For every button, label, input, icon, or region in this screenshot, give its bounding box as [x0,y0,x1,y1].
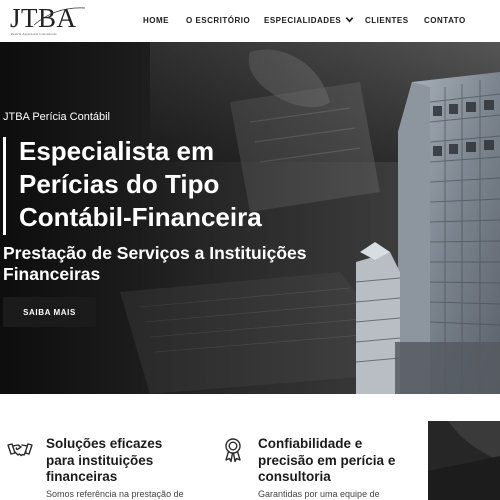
nav-contato[interactable]: CONTATO [424,15,466,27]
hero-subtitle: Prestação de Serviços a Instituições Fin… [3,243,333,285]
hero-eyebrow: JTBA Perícia Contábil [3,111,110,123]
hero-title: Especialista em Perícias do Tipo Contábi… [19,135,319,234]
feature-title-line: financeiras [46,469,118,484]
hero-subtitle-line: Financeiras [3,264,101,284]
feature-title-line: para instituições [46,452,154,468]
feature-text: Garantidas por uma equipe de [258,489,380,499]
saiba-mais-button[interactable]: SAIBA MAIS [3,297,96,327]
feature-title: Confiabilidade e precisão em perícia e c… [258,436,395,486]
nav-especialidades[interactable]: ESPECIALIDADES [264,15,354,27]
site-header: JTBA Perícia Assessoria Consultoria HOME… [0,0,500,42]
nav-especialidades-label: ESPECIALIDADES [264,16,342,25]
feature-text: Somos referência na prestação de [46,489,184,499]
hero-title-line: Contábil-Financeira [19,202,262,232]
feature-title-line: Soluções eficazes [46,436,163,451]
chevron-down-icon [345,17,354,23]
hero-title-line: Perícias do Tipo [19,169,220,199]
feature-title-line: precisão em perícia e [258,452,396,468]
award-ribbon-icon [225,438,241,463]
hero-accent-bar [3,137,6,235]
side-image [428,421,500,500]
nav-home[interactable]: HOME [143,15,169,27]
logo-tagline: Perícia Assessoria Consultoria [11,32,57,36]
side-image-graphic [428,421,500,500]
handshake-icon [7,443,33,457]
nav-clientes[interactable]: CLIENTES [365,15,409,27]
hero-subtitle-line: Prestação de Serviços a Instituições [3,243,307,263]
hero-banner: JTBA Perícia Contábil Especialista em Pe… [0,42,500,394]
nav-escritorio[interactable]: O ESCRITÓRIO [186,15,250,27]
feature-title-line: Confiabilidade e [258,436,363,451]
feature-title: Soluções eficazes para instituições fina… [46,436,162,486]
hero-title-line: Especialista em [19,136,215,166]
feature-title-line: consultoria [258,469,331,484]
main-nav: HOME O ESCRITÓRIO ESPECIALIDADES CLIENTE… [0,15,500,27]
